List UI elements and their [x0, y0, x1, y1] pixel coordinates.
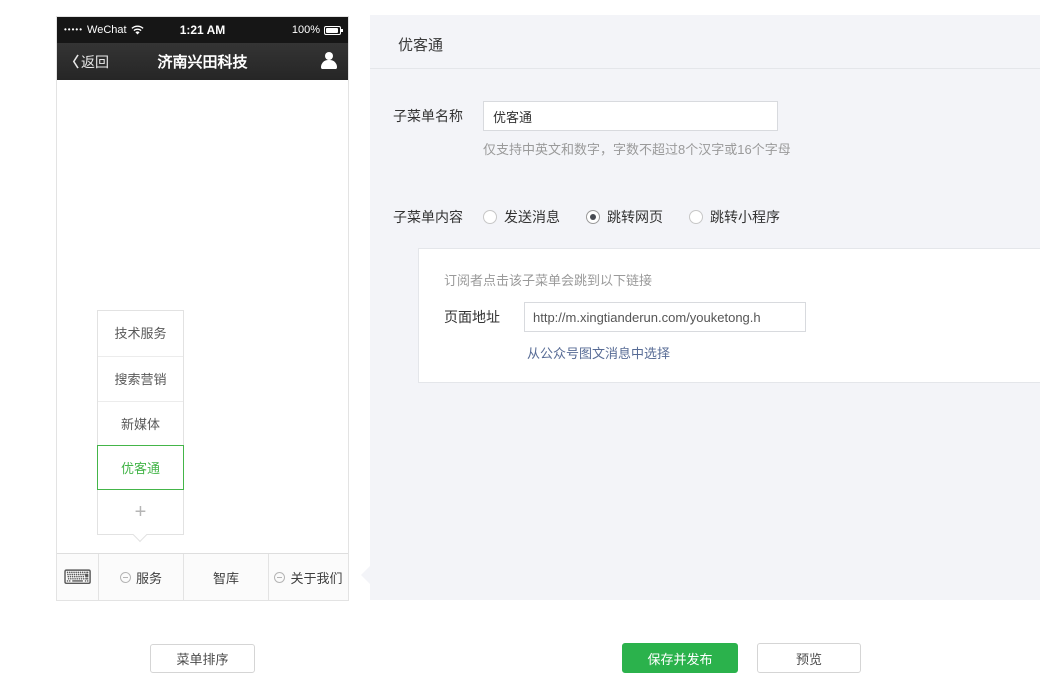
page-url-input[interactable]	[524, 302, 806, 332]
back-label: 返回	[81, 52, 109, 72]
radio-option-jump-miniprogram[interactable]: 跳转小程序	[689, 207, 780, 227]
url-field-label: 页面地址	[444, 302, 524, 332]
panel-tail	[361, 566, 370, 584]
preview-button[interactable]: 预览	[757, 643, 861, 673]
phone-tab-bar: ⌨ 服务 智库 关于我们	[57, 553, 348, 600]
panel-title: 优客通	[370, 15, 1040, 69]
link-description: 订阅者点击该子菜单会跳到以下链接	[444, 270, 1040, 289]
keyboard-icon: ⌨	[57, 554, 98, 600]
radio-option-label: 跳转小程序	[710, 207, 780, 227]
radio-unchecked-icon[interactable]	[483, 210, 497, 224]
phone-preview: ••••• WeChat 1:21 AM 100% 〈 返回 济南兴田科技	[57, 17, 348, 600]
url-field-row: 页面地址	[444, 302, 1040, 332]
phone-nav-bar: 〈 返回 济南兴田科技	[57, 43, 348, 80]
wechat-menu-editor-page: ••••• WeChat 1:21 AM 100% 〈 返回 济南兴田科技	[0, 0, 1040, 688]
status-left: ••••• WeChat	[64, 24, 144, 36]
battery-icon	[324, 26, 341, 35]
submenu-name-input[interactable]	[483, 101, 778, 131]
menu-tab-about[interactable]: 关于我们	[268, 554, 348, 600]
add-submenu-button[interactable]: +	[98, 489, 183, 534]
radio-option-label: 跳转网页	[607, 207, 663, 227]
tab-label: 服务	[136, 568, 162, 587]
radio-option-jump-webpage[interactable]: 跳转网页	[586, 207, 663, 227]
phone-body: 技术服务 搜索营销 新媒体 优客通 +	[57, 80, 348, 553]
name-field-row: 子菜单名称	[393, 101, 1040, 131]
submenu-form: 子菜单名称 仅支持中英文和数字，字数不超过8个汉字或16个字母 子菜单内容 发送…	[370, 69, 1040, 383]
back-button: 〈 返回	[57, 52, 109, 72]
phone-status-bar: ••••• WeChat 1:21 AM 100%	[57, 17, 348, 43]
content-field-label: 子菜单内容	[393, 202, 483, 232]
content-type-row: 子菜单内容 发送消息 跳转网页 跳转小程序	[393, 202, 1040, 232]
radio-checked-icon[interactable]	[586, 210, 600, 224]
account-title: 济南兴田科技	[157, 51, 247, 72]
menu-tab-thinktank[interactable]: 智库	[183, 554, 268, 600]
submenu-indicator-icon	[274, 572, 285, 583]
signal-dots-icon: •••••	[64, 26, 83, 34]
save-and-publish-button[interactable]: 保存并发布	[622, 643, 738, 673]
radio-option-send-message[interactable]: 发送消息	[483, 207, 560, 227]
submenu-item[interactable]: 技术服务	[98, 311, 183, 356]
tab-label: 智库	[213, 568, 239, 587]
tab-label: 关于我们	[290, 568, 342, 587]
submenu-item[interactable]: 搜索营销	[98, 356, 183, 401]
submenu-item-selected[interactable]: 优客通	[97, 445, 184, 490]
select-from-articles-link[interactable]: 从公众号图文消息中选择	[527, 343, 670, 362]
wifi-icon	[131, 25, 144, 35]
clock-label: 1:21 AM	[180, 23, 226, 37]
radio-unchecked-icon[interactable]	[689, 210, 703, 224]
menu-tab-service[interactable]: 服务	[98, 554, 183, 600]
submenu-indicator-icon	[120, 572, 131, 583]
link-settings-box: 订阅者点击该子菜单会跳到以下链接 页面地址 从公众号图文消息中选择	[418, 248, 1040, 383]
back-chevron-icon: 〈	[65, 52, 79, 72]
radio-option-label: 发送消息	[504, 207, 560, 227]
menu-editor-panel: 优客通 子菜单名称 仅支持中英文和数字，字数不超过8个汉字或16个字母 子菜单内…	[370, 15, 1040, 600]
person-icon	[320, 51, 338, 71]
menu-sort-button[interactable]: 菜单排序	[150, 644, 255, 673]
submenu-popup: 技术服务 搜索营销 新媒体 优客通 +	[97, 310, 184, 535]
name-field-hint: 仅支持中英文和数字，字数不超过8个汉字或16个字母	[483, 139, 1040, 158]
submenu-item[interactable]: 新媒体	[98, 401, 183, 446]
name-field-label: 子菜单名称	[393, 101, 483, 131]
carrier-label: WeChat	[87, 24, 127, 36]
battery-percent-label: 100%	[292, 24, 320, 36]
status-right: 100%	[292, 24, 341, 36]
